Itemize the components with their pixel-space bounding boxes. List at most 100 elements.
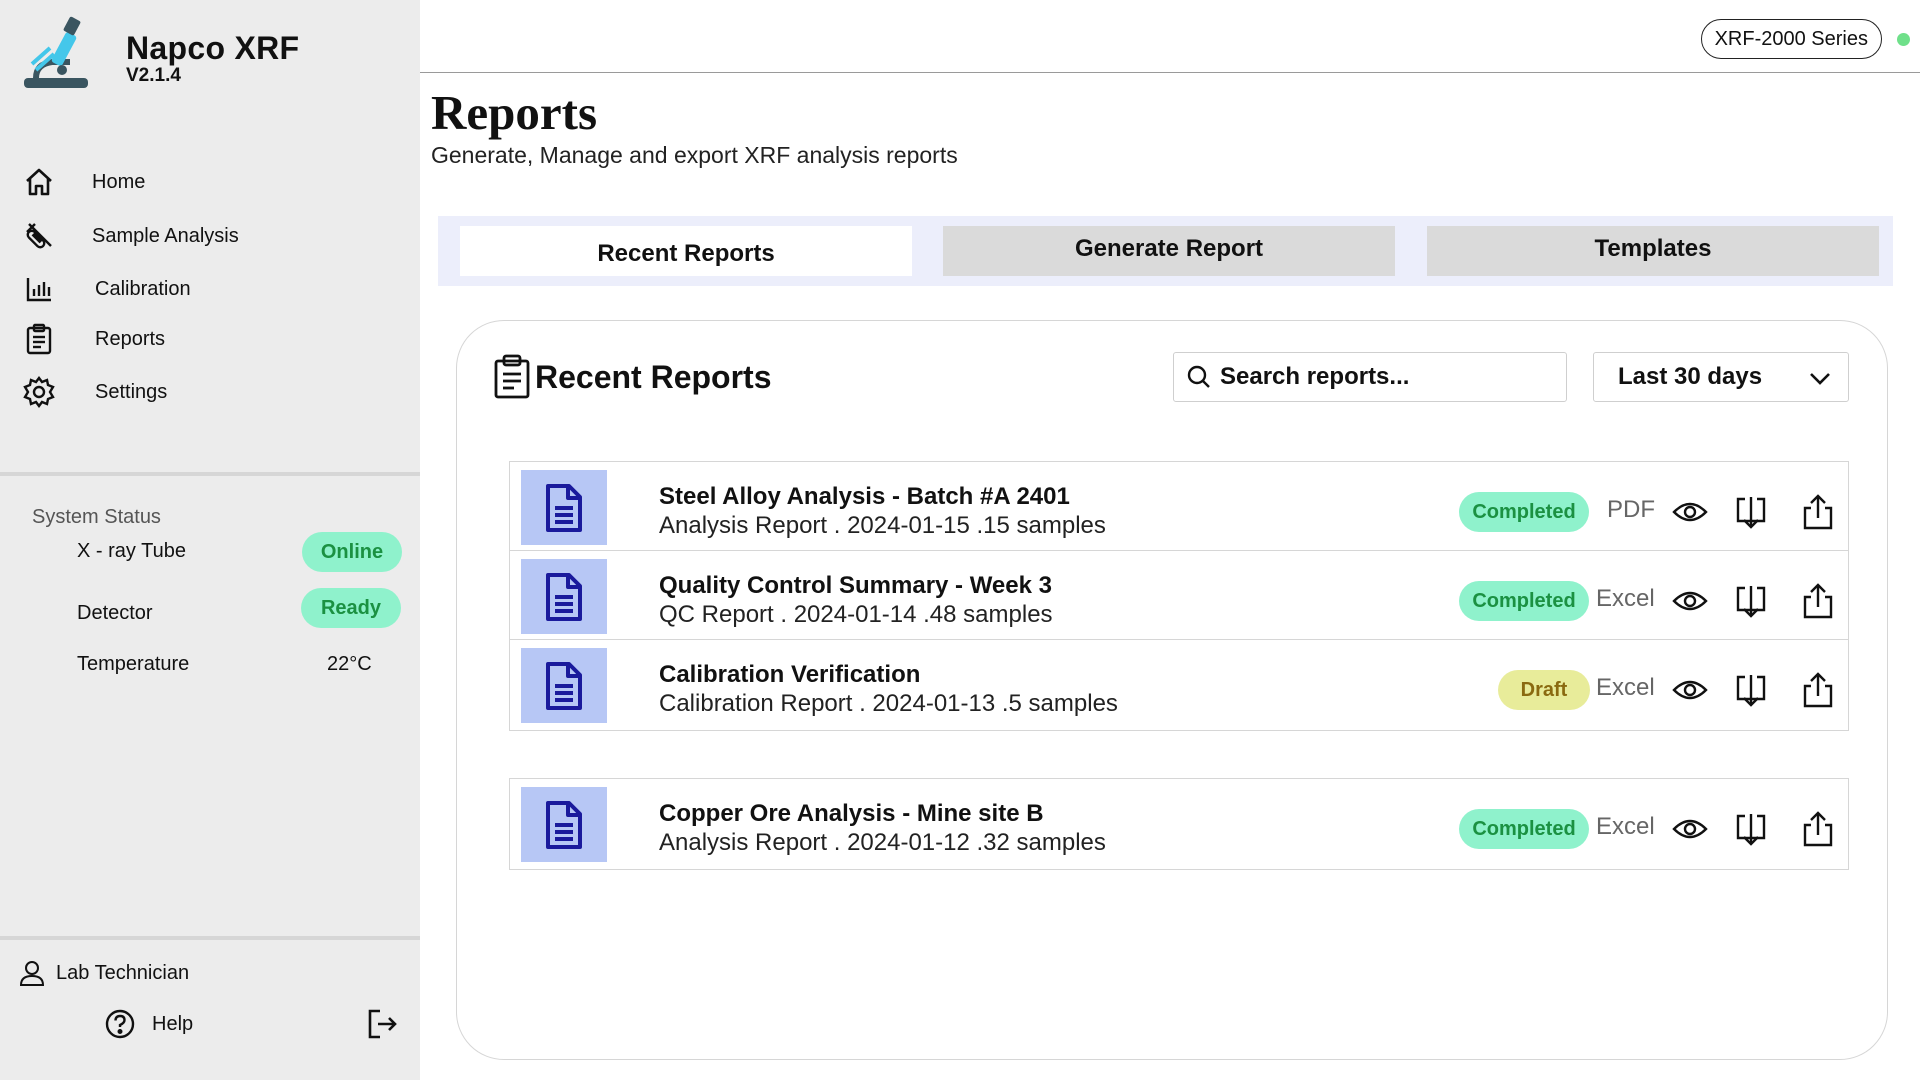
report-format: Excel	[1596, 674, 1655, 701]
brand-text: Napco XRF V2.1.4	[126, 30, 299, 87]
report-title: Steel Alloy Analysis - Batch #A 2401	[659, 483, 1070, 510]
recent-reports-card: Recent Reports Last 30 days Steel Alloy …	[456, 320, 1888, 1060]
view-icon[interactable]	[1670, 581, 1710, 621]
report-meta: Analysis Report . 2024-01-12 .32 samples	[659, 829, 1106, 856]
status-row-detector: Detector Ready	[0, 588, 420, 628]
tab-generate-report[interactable]: Generate Report	[943, 226, 1395, 276]
user-profile[interactable]: Lab Technician	[18, 956, 189, 990]
report-meta: Calibration Report . 2024-01-13 .5 sampl…	[659, 690, 1118, 717]
status-row-temperature: Temperature 22°C	[0, 644, 420, 684]
card-title: Recent Reports	[535, 358, 772, 395]
temperature-label: Temperature	[77, 653, 190, 675]
report-row[interactable]: Copper Ore Analysis - Mine site B Analys…	[509, 778, 1849, 870]
document-thumbnail	[521, 787, 607, 862]
user-name: Lab Technician	[56, 961, 190, 984]
download-icon[interactable]	[1731, 670, 1771, 710]
document-icon	[546, 800, 582, 849]
report-format: Excel	[1596, 585, 1655, 612]
search-input[interactable]	[1220, 363, 1550, 391]
report-row[interactable]: Quality Control Summary - Week 3 QC Repo…	[509, 550, 1849, 642]
search-box[interactable]	[1173, 352, 1567, 402]
sidebar-item-sample-analysis[interactable]: Sample Analysis	[0, 214, 420, 258]
share-icon[interactable]	[1798, 809, 1838, 849]
view-icon[interactable]	[1670, 670, 1710, 710]
microscope-logo-icon	[24, 16, 88, 88]
status-badge: Completed	[1459, 809, 1589, 849]
card-header: Recent Reports	[493, 353, 772, 401]
report-title: Calibration Verification	[659, 661, 921, 688]
home-icon	[22, 165, 56, 199]
xray-tube-label: X - ray Tube	[77, 540, 186, 562]
help-label: Help	[152, 1012, 194, 1035]
clipboard-icon	[22, 322, 56, 356]
temperature-value: 22°C	[327, 653, 372, 675]
help-button[interactable]: Help	[104, 1006, 193, 1042]
report-title: Quality Control Summary - Week 3	[659, 572, 1052, 599]
app-name: Napco XRF	[126, 30, 300, 66]
app-window: Napco XRF V2.1.4 Home Sample Analysis Ca…	[0, 0, 1920, 1080]
sidebar-item-calibration[interactable]: Calibration	[0, 267, 420, 311]
document-thumbnail	[521, 470, 607, 545]
tab-bar: Recent Reports Generate Report Templates	[438, 216, 1893, 286]
device-series-badge[interactable]: XRF-2000 Series	[1700, 19, 1882, 59]
report-meta: QC Report . 2024-01-14 .48 samples	[659, 601, 1053, 628]
sidebar-item-label: Home	[92, 170, 146, 193]
download-icon[interactable]	[1731, 809, 1771, 849]
sidebar-item-label: Reports	[95, 327, 166, 350]
brand: Napco XRF V2.1.4	[22, 12, 299, 92]
report-row[interactable]: Calibration Verification Calibration Rep…	[509, 639, 1849, 731]
gear-icon	[22, 375, 56, 409]
report-format: PDF	[1607, 496, 1655, 523]
view-icon[interactable]	[1670, 492, 1710, 532]
report-meta: Analysis Report . 2024-01-15 .15 samples	[659, 512, 1106, 539]
page-title: Reports	[431, 85, 598, 140]
share-icon[interactable]	[1798, 670, 1838, 710]
sidebar-divider	[0, 936, 420, 940]
connection-status-dot	[1897, 33, 1910, 46]
status-badge: Completed	[1459, 492, 1589, 532]
report-title: Copper Ore Analysis - Mine site B	[659, 800, 1044, 827]
document-thumbnail	[521, 559, 607, 634]
search-icon	[1187, 365, 1210, 388]
sidebar-item-reports[interactable]: Reports	[0, 317, 420, 361]
detector-status-badge: Ready	[301, 588, 401, 628]
share-icon[interactable]	[1798, 581, 1838, 621]
help-icon	[105, 1009, 135, 1039]
download-icon[interactable]	[1731, 492, 1771, 532]
logout-icon[interactable]	[364, 1006, 400, 1042]
view-icon[interactable]	[1670, 809, 1710, 849]
detector-label: Detector	[77, 602, 153, 624]
report-row[interactable]: Steel Alloy Analysis - Batch #A 2401 Ana…	[509, 461, 1849, 553]
chevron-down-icon	[1810, 373, 1830, 385]
page-subtitle: Generate, Manage and export XRF analysis…	[431, 142, 958, 168]
sidebar-item-settings[interactable]: Settings	[0, 370, 420, 414]
sidebar-item-home[interactable]: Home	[0, 160, 420, 204]
status-badge: Completed	[1459, 581, 1589, 621]
share-icon[interactable]	[1798, 492, 1838, 532]
date-range-select[interactable]: Last 30 days	[1593, 352, 1849, 402]
date-range-value: Last 30 days	[1618, 363, 1763, 390]
download-icon[interactable]	[1731, 581, 1771, 621]
clipboard-icon	[494, 354, 530, 399]
sidebar-divider	[0, 472, 420, 476]
sidebar-item-label: Settings	[95, 380, 168, 403]
bar-chart-icon	[22, 272, 56, 306]
document-thumbnail	[521, 648, 607, 723]
sidebar: Napco XRF V2.1.4 Home Sample Analysis Ca…	[0, 0, 420, 1080]
document-icon	[546, 572, 582, 621]
top-bar: XRF-2000 Series	[420, 0, 1920, 73]
app-version: V2.1.4	[126, 65, 181, 86]
xray-tube-status-badge: Online	[302, 532, 402, 572]
status-row-xray-tube: X - ray Tube Online	[0, 532, 420, 572]
document-icon	[546, 483, 582, 532]
tab-templates[interactable]: Templates	[1427, 226, 1879, 276]
test-tube-icon	[22, 219, 56, 253]
status-badge: Draft	[1498, 670, 1590, 710]
tab-recent-reports[interactable]: Recent Reports	[460, 226, 912, 276]
report-format: Excel	[1596, 813, 1655, 840]
system-status-title: System Status	[32, 506, 161, 528]
document-icon	[546, 661, 582, 710]
sidebar-item-label: Calibration	[95, 277, 191, 300]
sidebar-item-label: Sample Analysis	[92, 224, 239, 247]
user-icon	[19, 961, 45, 986]
